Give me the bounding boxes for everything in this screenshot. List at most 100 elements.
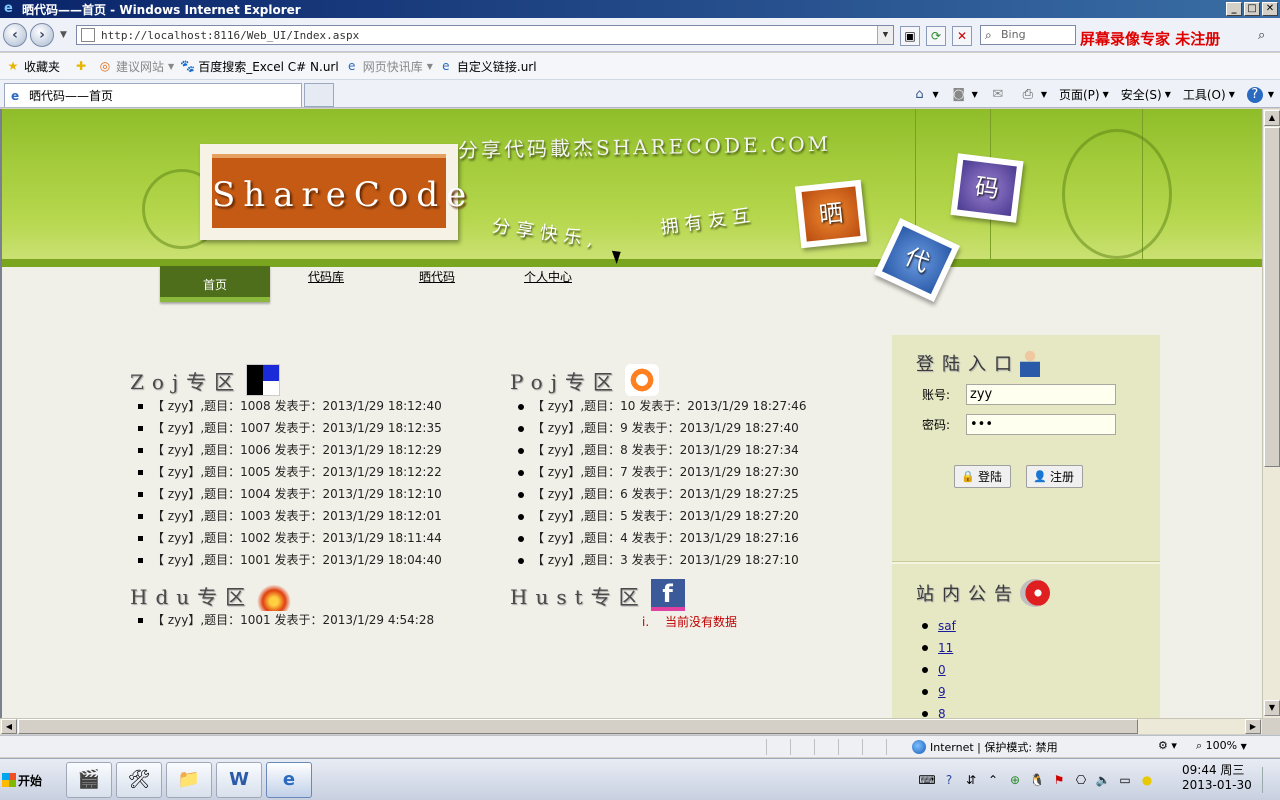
list-item[interactable]: 【 zyy】,题目：1002 发表于：2013/1/29 18:11:44 (134, 527, 442, 549)
site-logo[interactable]: ShareCode (200, 144, 466, 240)
favorites-button[interactable]: ★ 收藏夹 (6, 58, 60, 75)
notice-link[interactable]: 11 (938, 641, 953, 655)
taskbar-app-ie[interactable]: e (266, 762, 312, 798)
network-tray-icon[interactable]: ⊕ (1006, 771, 1024, 789)
device-icon[interactable]: ⎔ (1072, 771, 1090, 789)
list-item[interactable]: 【 zyy】,题目：1001 发表于：2013/1/29 18:04:40 (134, 549, 442, 571)
site-logo-text: ShareCode (212, 154, 466, 228)
volume-icon[interactable]: 🔈 (1094, 771, 1112, 789)
user-icon (1020, 349, 1040, 377)
nav-share-code[interactable]: 晒代码 (382, 266, 492, 296)
keyboard-icon[interactable]: ⌨ (918, 771, 936, 789)
monitor-icon[interactable]: ▭ (1116, 771, 1134, 789)
tab-current[interactable]: e 晒代码——首页 (4, 83, 302, 107)
protected-mode-icon[interactable]: ⚙ ▾ (1158, 739, 1177, 752)
nav-code-library[interactable]: 代码库 (271, 266, 381, 296)
address-bar[interactable]: http://localhost:8116/Web_UI/Index.aspx … (76, 25, 894, 45)
home-button[interactable]: ⌂ ▼ (912, 87, 938, 103)
zoom-level[interactable]: ⌕ 100% ▼ (1196, 739, 1247, 753)
favorites-label: 收藏夹 (24, 59, 61, 74)
add-favorite-icon[interactable]: ✚ (74, 59, 92, 73)
empty-text: 当前没有数据 (664, 615, 737, 629)
notice-link[interactable]: saf (938, 619, 956, 633)
list-item[interactable]: 【 zyy】,题目：3 发表于：2013/1/29 18:27:10 (514, 549, 806, 571)
feeds-button[interactable]: ◙ ▼ (951, 87, 977, 103)
tools-menu[interactable]: 工具(O) ▼ (1183, 86, 1235, 103)
show-desktop-button[interactable] (1262, 767, 1276, 793)
login-button[interactable]: 🔒 登陆 (954, 465, 1012, 488)
fav-suggested-sites[interactable]: ◎ 建议网站 ▼ (98, 58, 174, 75)
list-item[interactable]: 【 zyy】,题目：1003 发表于：2013/1/29 18:12:01 (134, 505, 442, 527)
ie-tab-icon: e (11, 88, 20, 103)
fav-custom-links[interactable]: e 自定义链接.url (439, 58, 537, 75)
list-item[interactable]: 【 zyy】,题目：1008 发表于：2013/1/29 18:12:40 (134, 395, 442, 417)
list-item[interactable]: 【 zyy】,题目：8 发表于：2013/1/29 18:27:34 (514, 439, 806, 461)
notice-link[interactable]: 0 (938, 663, 946, 677)
forward-button[interactable]: › (30, 23, 54, 47)
security-zone[interactable]: Internet | 保护模式: 禁用 (912, 739, 1058, 755)
scroll-left-icon[interactable]: ◀ (1, 719, 17, 734)
back-button[interactable]: ‹ (3, 23, 27, 47)
taskbar-app-word[interactable]: W (216, 762, 262, 798)
list-item[interactable]: 【 zyy】,题目：9 发表于：2013/1/29 18:27:40 (514, 417, 806, 439)
help-tray-icon[interactable]: ? (940, 771, 958, 789)
vertical-scrollbar[interactable]: ▲ ▼ (1262, 109, 1280, 718)
list-item[interactable]: 【 zyy】,题目：1006 发表于：2013/1/29 18:12:29 (134, 439, 442, 461)
horizontal-scrollbar[interactable]: ◀ ▶ (0, 718, 1262, 734)
search-go-icon[interactable]: ⌕ (1258, 28, 1265, 43)
taskbar-app-recorder[interactable]: 🎬 (66, 762, 112, 798)
vertical-scroll-thumb[interactable] (1264, 127, 1280, 467)
power-icon[interactable]: ● (1138, 771, 1156, 789)
fav-baidu[interactable]: 🐾 百度搜索_Excel C# N.url (180, 58, 339, 75)
history-dropdown-icon[interactable]: ▼ (60, 30, 67, 40)
horizontal-scroll-thumb[interactable] (18, 719, 1138, 734)
qq-icon[interactable]: 🐧 (1028, 771, 1046, 789)
close-button[interactable]: ✕ (1262, 2, 1278, 16)
list-item[interactable]: 【 zyy】,题目：1005 发表于：2013/1/29 18:12:22 (134, 461, 442, 483)
login-button-label: 登陆 (978, 470, 1003, 484)
list-item[interactable]: 【 zyy】,题目：1004 发表于：2013/1/29 18:12:10 (134, 483, 442, 505)
register-button[interactable]: 👤 注册 (1026, 465, 1084, 488)
taskbar-app-tools[interactable]: 🛠 (116, 762, 162, 798)
mail-button[interactable]: ✉ (990, 87, 1008, 103)
list-item[interactable]: 【 zyy】,题目：7 发表于：2013/1/29 18:27:30 (514, 461, 806, 483)
refresh-icon[interactable]: ⟳ (926, 26, 946, 46)
new-tab-button[interactable] (304, 83, 334, 107)
compatibility-view-icon[interactable]: ▣ (900, 26, 920, 46)
list-item[interactable]: 【 zyy】,题目：1001 发表于：2013/1/29 4:54:28 (134, 609, 434, 631)
start-button[interactable]: 开始 (2, 765, 50, 795)
help-menu[interactable]: ? ▼ (1246, 86, 1274, 103)
nav-personal-center[interactable]: 个人中心 (493, 266, 603, 296)
notice-link[interactable]: 9 (938, 685, 946, 699)
hust-section-title: Hust专区 f (510, 579, 685, 611)
nav-home[interactable]: 首页 (160, 266, 270, 302)
password-input[interactable]: ••• (966, 414, 1116, 435)
search-input[interactable]: ⌕ Bing (980, 25, 1076, 45)
fav-label: 自定义链接.url (456, 59, 537, 74)
address-dropdown-icon[interactable]: ▼ (877, 26, 893, 44)
scroll-up-icon[interactable]: ▲ (1264, 110, 1280, 126)
account-input[interactable]: zyy (966, 384, 1116, 405)
list-item[interactable]: 【 zyy】,题目：4 发表于：2013/1/29 18:27:16 (514, 527, 806, 549)
address-url[interactable]: http://localhost:8116/Web_UI/Index.aspx (101, 29, 877, 42)
maximize-button[interactable]: □ (1244, 2, 1260, 16)
system-clock[interactable]: 09:44 周三 2013-01-30 (1182, 763, 1252, 793)
list-item[interactable]: 【 zyy】,题目：5 发表于：2013/1/29 18:27:20 (514, 505, 806, 527)
show-hidden-icon[interactable]: ⌃ (984, 771, 1002, 789)
security-tray-icon[interactable]: ⚑ (1050, 771, 1068, 789)
list-item[interactable]: 【 zyy】,题目：1007 发表于：2013/1/29 18:12:35 (134, 417, 442, 439)
stop-icon[interactable]: ✕ (952, 26, 972, 46)
fav-web-slice[interactable]: e 网页快讯库 ▼ (345, 58, 433, 75)
list-item[interactable]: 【 zyy】,题目：10 发表于：2013/1/29 18:27:46 (514, 395, 806, 417)
page-menu[interactable]: 页面(P) ▼ (1059, 86, 1109, 103)
list-item[interactable]: 【 zyy】,题目：6 发表于：2013/1/29 18:27:25 (514, 483, 806, 505)
scroll-down-icon[interactable]: ▼ (1264, 700, 1280, 716)
scroll-right-icon[interactable]: ▶ (1245, 719, 1261, 734)
minimize-button[interactable]: _ (1226, 2, 1242, 16)
status-cell (886, 739, 910, 755)
print-button[interactable]: ⎙ ▼ (1020, 87, 1047, 103)
language-icon[interactable]: ⇵ (962, 771, 980, 789)
taskbar-app-explorer[interactable]: 📁 (166, 762, 212, 798)
notice-link[interactable]: 8 (938, 707, 946, 718)
safety-menu[interactable]: 安全(S) ▼ (1121, 86, 1171, 103)
